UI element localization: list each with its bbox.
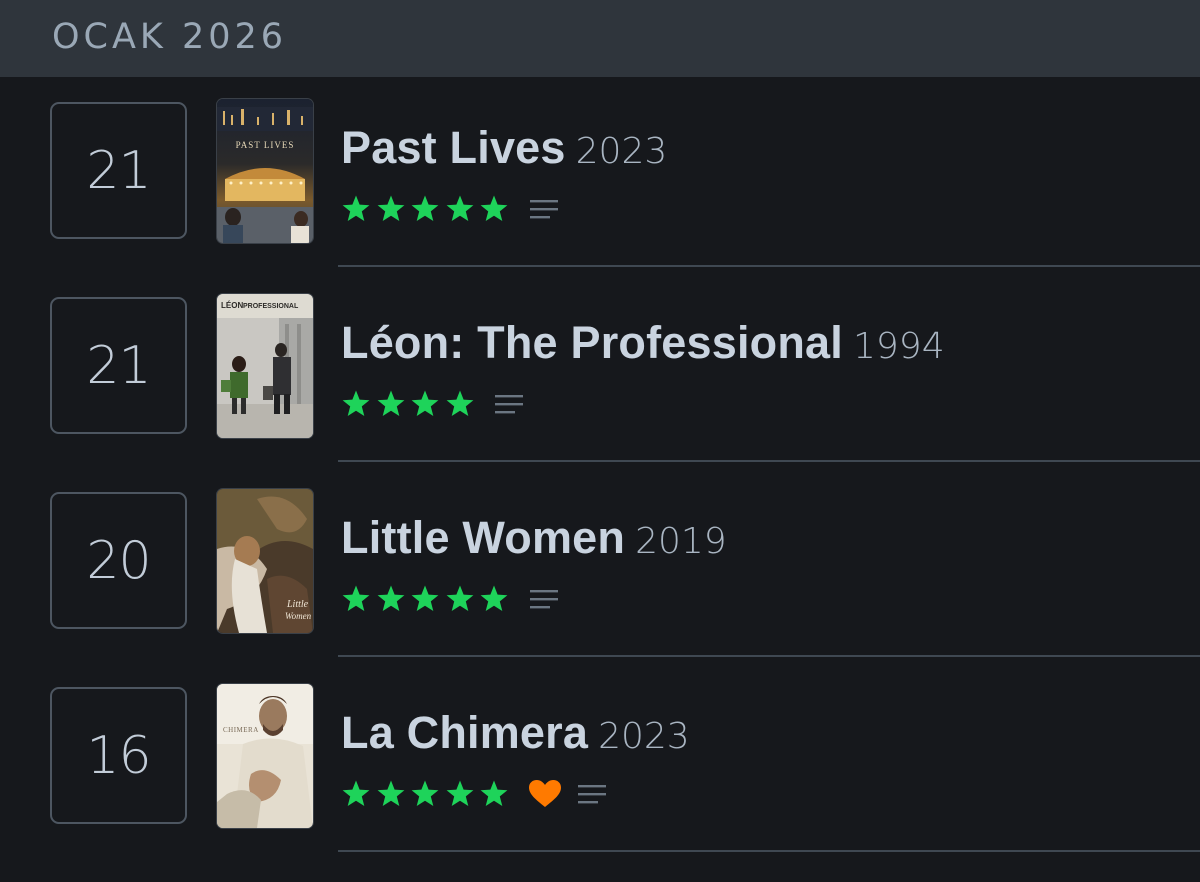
star-icon (342, 195, 370, 221)
little-women-poster-icon: Little Women (217, 489, 313, 633)
star-icon (446, 585, 473, 611)
star-icon (377, 390, 404, 416)
svg-text:CHIMERA: CHIMERA (223, 726, 259, 734)
day-box[interactable]: 16 (50, 687, 187, 824)
day-box[interactable]: 21 (50, 102, 187, 239)
star-icon (480, 585, 508, 611)
star-icon (480, 780, 508, 806)
title-line: Léon: The Professional 1994 (341, 317, 945, 369)
star-icon (377, 195, 404, 221)
title-line: Little Women 2019 (341, 512, 727, 564)
review-lines-icon[interactable] (495, 393, 523, 415)
leon-poster-icon: LÉON PROFESSIONAL (217, 294, 313, 438)
title-line: Past Lives 2023 (341, 122, 667, 174)
star-icon (377, 780, 404, 806)
svg-text:PROFESSIONAL: PROFESSIONAL (243, 303, 299, 310)
star-icon (446, 780, 473, 806)
star-rating (341, 389, 479, 419)
la-chimera-poster-icon: CHIMERA (217, 684, 313, 828)
poster-image[interactable]: LÉON PROFESSIONAL (217, 294, 313, 438)
star-icon (480, 195, 508, 221)
poster-image[interactable]: Little Women (217, 489, 313, 633)
review-lines-icon[interactable] (577, 783, 606, 805)
star-icon (411, 195, 439, 221)
film-year[interactable]: 2023 (576, 131, 668, 172)
divider (338, 655, 1200, 657)
divider (338, 265, 1200, 267)
svg-text:Little: Little (286, 599, 309, 610)
star-icon (411, 390, 439, 416)
rating-row (341, 191, 558, 227)
film-title[interactable]: Past Lives (341, 122, 566, 173)
past-lives-poster-icon: PAST LIVES (217, 99, 313, 243)
star-icon (342, 585, 370, 611)
rating-row (341, 386, 523, 422)
diary-entry[interactable]: 21 PAST LIVES Past Lives 2023 (0, 99, 1200, 297)
day-box[interactable]: 20 (50, 492, 187, 629)
svg-text:PAST LIVES: PAST LIVES (236, 140, 295, 150)
star-icon (342, 780, 370, 806)
film-year[interactable]: 2023 (598, 716, 690, 757)
diary-entry[interactable]: 21 LÉON PROFESSIONAL Léon: The Professio… (0, 294, 1200, 492)
film-year[interactable]: 1994 (853, 326, 945, 367)
divider (338, 850, 1200, 852)
svg-text:LÉON: LÉON (221, 301, 243, 310)
review-lines-icon[interactable] (529, 198, 558, 220)
star-icon (446, 195, 473, 221)
film-title[interactable]: Little Women (341, 512, 625, 563)
star-icon (411, 585, 439, 611)
star-icon (342, 390, 370, 416)
month-label: OCAK 2026 (52, 17, 288, 57)
star-rating (341, 194, 514, 224)
poster-image[interactable]: CHIMERA (217, 684, 313, 828)
review-lines-icon[interactable] (529, 588, 558, 610)
rating-row (341, 581, 558, 617)
star-icon (377, 585, 404, 611)
heart-icon[interactable] (528, 779, 562, 809)
month-header: OCAK 2026 (0, 0, 1200, 77)
film-title[interactable]: Léon: The Professional (341, 317, 843, 368)
svg-text:Women: Women (285, 611, 312, 621)
film-title[interactable]: La Chimera (341, 707, 588, 758)
day-box[interactable]: 21 (50, 297, 187, 434)
film-year[interactable]: 2019 (635, 521, 727, 562)
star-icon (446, 390, 473, 416)
rating-row (341, 776, 606, 812)
star-icon (411, 780, 439, 806)
diary-entry[interactable]: 20 Little Women Little Women 2019 (0, 489, 1200, 687)
star-rating (341, 779, 514, 809)
poster-image[interactable]: PAST LIVES (217, 99, 313, 243)
star-rating (341, 584, 514, 614)
title-line: La Chimera 2023 (341, 707, 690, 759)
divider (338, 460, 1200, 462)
